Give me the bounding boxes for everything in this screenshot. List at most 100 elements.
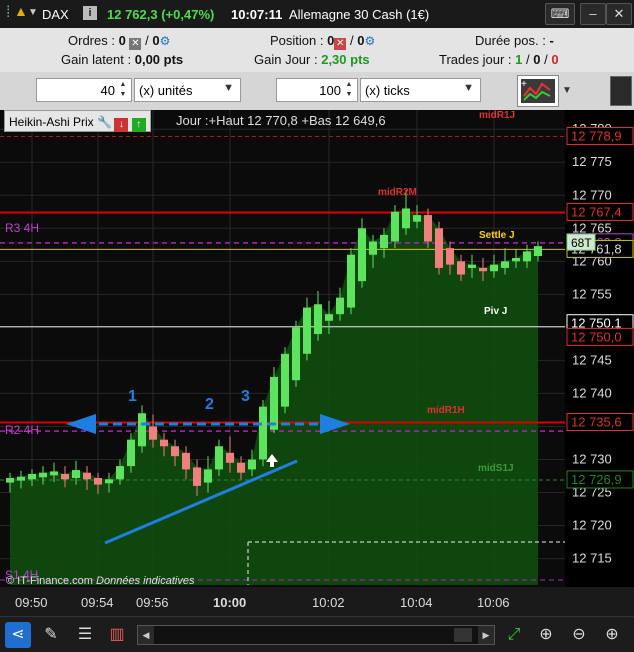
unit-select-label: (x) unités (139, 83, 193, 98)
candle-body (501, 261, 509, 268)
candle-body (325, 314, 333, 321)
candle-body (358, 228, 366, 282)
y-tick-label: 12 740 (572, 385, 612, 400)
candle-body (127, 439, 135, 467)
buy-arrow-icon[interactable]: ↑ (131, 118, 146, 132)
share-icon[interactable]: ⋖ (5, 622, 31, 648)
ticks-value: 100 (319, 83, 341, 98)
ticks-select-label: (x) ticks (365, 83, 410, 98)
duration-row: Durée pos. : - (475, 33, 554, 48)
scrollbar-thumb[interactable] (454, 628, 472, 642)
midr1j-label: midR1J (479, 110, 516, 121)
chevron-down-icon[interactable]: ▼ (562, 80, 576, 102)
cancel-orders-icon[interactable]: ✕ (129, 38, 142, 50)
candle-body (182, 452, 190, 470)
gear-icon[interactable]: ⚙ (364, 34, 375, 48)
midr2m-label: midR2M (378, 187, 417, 198)
zoom-in-icon[interactable]: ⊕ (599, 622, 625, 648)
zoom-fit-icon[interactable]: ⊕ (533, 622, 559, 648)
candle-body (347, 254, 355, 308)
credit-source: © IT-Finance.com (6, 575, 93, 587)
x-tick-label: 09:56 (136, 595, 169, 610)
candle-body (94, 477, 102, 485)
r2-label: R2 4H (5, 423, 40, 437)
candles-icon[interactable]: ▥ (104, 622, 130, 648)
chart-canvas[interactable]: 12 71512 72012 72512 73012 73512 74012 7… (0, 110, 634, 616)
price-chart[interactable]: 12 71512 72012 72512 73012 73512 74012 7… (0, 110, 634, 616)
position-label: Position : (270, 33, 324, 48)
candle-body (380, 234, 388, 249)
x-tick-label: 09:54 (81, 595, 114, 610)
quantity-stepper[interactable]: 40 ▲ ▼ (36, 78, 132, 102)
candle-body (39, 472, 47, 478)
candle-body (171, 446, 179, 457)
candle-body (50, 471, 58, 476)
draw-tool-icon[interactable]: ✎ (38, 622, 64, 648)
gear-icon[interactable]: ⚙ (160, 34, 171, 48)
unit-select[interactable]: (x) unités ▼ (134, 78, 241, 102)
stepper-arrows-icon[interactable]: ▲ ▼ (117, 80, 129, 100)
close-position-icon[interactable]: ✕ (334, 38, 347, 50)
pivot-label: Piv J (484, 306, 508, 317)
ticks-select[interactable]: (x) ticks ▼ (360, 78, 481, 102)
price-change: 12 762,3 (+0,47%) (107, 7, 215, 22)
close-button[interactable]: ✕ (606, 3, 632, 25)
quantity-value: 40 (100, 83, 115, 98)
candle-body (83, 472, 91, 480)
minimize-button[interactable]: ‒ (580, 3, 606, 25)
chart-title-box: Heikin-Ashi Prix 🔧 ↓ ↑ (4, 110, 151, 132)
candle-body (116, 466, 124, 480)
y-tick-label: 12 775 (572, 154, 612, 169)
trades-neutral: 0 (533, 52, 541, 67)
market-name: Allemagne 30 Cash (1€) (289, 7, 430, 22)
candle-body (72, 470, 80, 478)
x-tick-label: 09:50 (15, 595, 48, 610)
scroll-right-icon[interactable]: ▶ (478, 626, 494, 644)
x-tick-label: 10:02 (312, 595, 345, 610)
chart-scrollbar[interactable]: ◀ ▶ (137, 625, 495, 645)
wrench-icon[interactable]: 🔧 (97, 112, 112, 132)
candle-body (292, 327, 300, 381)
sell-arrow-icon[interactable]: ↓ (114, 118, 129, 132)
candle-body (303, 307, 311, 354)
tick-count-label: 68T (571, 236, 592, 250)
scroll-left-icon[interactable]: ◀ (138, 626, 154, 644)
orders-count: 0 (118, 33, 126, 48)
y-tick-label: 12 770 (572, 187, 612, 202)
candle-body (413, 215, 421, 222)
order-toolbar: 40 ▲ ▼ (x) unités ▼ 100 ▲ ▼ (x) ticks ▼ + … (0, 72, 634, 110)
svg-text:+: + (521, 79, 527, 90)
credit-note: Données indicatives (96, 575, 195, 587)
candle-body (61, 474, 69, 480)
trades-label: Trades jour : (439, 52, 512, 67)
settle-label: Settle J (479, 230, 515, 241)
candle-body (402, 208, 410, 229)
ticks-stepper[interactable]: 100 ▲ ▼ (276, 78, 358, 102)
trades-loss: 0 (551, 52, 559, 67)
day-high-low: Jour :+Haut 12 770,8 +Bas 12 649,6 (176, 113, 386, 128)
keyboard-icon[interactable]: ⌨ (545, 3, 575, 25)
zoom-out-icon[interactable]: ⊖ (566, 622, 592, 648)
separator: / (544, 52, 548, 67)
candle-body (424, 215, 432, 242)
autoscale-icon[interactable]: ⤢ (501, 622, 527, 648)
side-panel-toggle[interactable] (610, 76, 632, 106)
position-info-panel: Ordres : 0 ✕ / 0⚙ Position : 0 ✕ / 0⚙ Dur… (0, 28, 634, 72)
price-tag-label: 12 778,9 (571, 128, 622, 143)
x-tick-label: 10:04 (400, 595, 433, 610)
indicator-list-icon[interactable]: ☰ (72, 622, 98, 648)
chart-type-icon: + (521, 79, 555, 103)
latent-gain-row: Gain latent : 0,00 pts (61, 52, 183, 67)
candle-body (446, 248, 454, 265)
chart-type-button[interactable]: + (517, 75, 559, 107)
stepper-arrows-icon[interactable]: ▲ ▼ (343, 80, 355, 100)
candle-body (193, 467, 201, 486)
info-icon[interactable]: i (83, 6, 97, 20)
symbol-dropdown-icon[interactable]: ▼ (28, 7, 38, 18)
candle-body (534, 246, 542, 257)
annotation-1: 1 (128, 388, 137, 405)
candle-body (468, 264, 476, 268)
r3-label: R3 4H (5, 221, 40, 235)
candle-body (204, 469, 212, 483)
symbol-name[interactable]: DAX (42, 7, 69, 22)
